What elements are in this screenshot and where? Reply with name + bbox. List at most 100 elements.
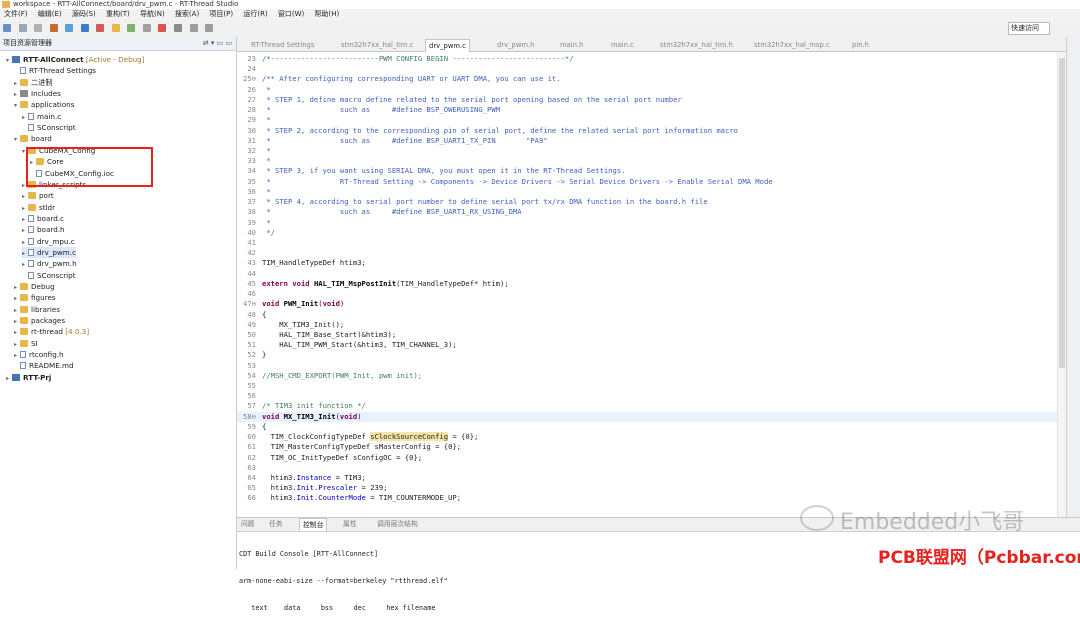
open-folder-icon[interactable] bbox=[111, 24, 120, 32]
console-tab[interactable]: 任务 bbox=[269, 518, 283, 531]
menu-help[interactable]: 帮助(H) bbox=[315, 10, 340, 18]
menu-navigate[interactable]: 导航(N) bbox=[140, 10, 165, 18]
view-menu-icon[interactable]: ⇄ ▾ ▭ ▭ bbox=[203, 37, 232, 50]
code-line[interactable]: 39 * bbox=[237, 218, 1057, 228]
console-tab[interactable]: 问题 bbox=[241, 518, 255, 531]
tree-item[interactable]: ▸ port bbox=[22, 190, 54, 201]
code-line[interactable]: 61 TIM_MasterConfigTypeDef sMasterConfig… bbox=[237, 442, 1057, 452]
code-line[interactable]: 28 * such as #define BSP_OWERUSING_PWM bbox=[237, 105, 1057, 115]
menu-search[interactable]: 搜索(A) bbox=[175, 10, 199, 18]
menu-edit[interactable]: 编辑(E) bbox=[38, 10, 62, 18]
editor-scrollbar[interactable] bbox=[1057, 52, 1066, 517]
editor-tab[interactable]: stm32h7xx_hal_tim.c bbox=[341, 39, 413, 51]
code-line[interactable]: 30 * STEP 2, according to the correspond… bbox=[237, 126, 1057, 136]
code-line[interactable]: 62 TIM_OC_InitTypeDef sConfigOC = {0}; bbox=[237, 453, 1057, 463]
console-tab[interactable]: 控制台 bbox=[299, 518, 328, 531]
code-line[interactable]: 32 * bbox=[237, 146, 1057, 156]
code-line[interactable]: 47⊖ void PWM_Init(void) bbox=[237, 299, 1057, 309]
scrollbar-thumb[interactable] bbox=[1059, 58, 1065, 368]
code-line[interactable]: 66 htim3.Init.CounterMode = TIM_COUNTERM… bbox=[237, 493, 1057, 503]
code-line[interactable]: 24 bbox=[237, 64, 1057, 74]
tree-item[interactable]: ▸ drv_mpu.c bbox=[22, 236, 75, 247]
code-line[interactable]: 36 * bbox=[237, 187, 1057, 197]
tree-item[interactable]: RT-Thread Settings bbox=[14, 65, 96, 76]
editor-tab[interactable]: stm32h7xx_hal_msp.c bbox=[754, 39, 830, 51]
code-line[interactable]: 43 TIM_HandleTypeDef htim3; bbox=[237, 258, 1057, 268]
tree-item[interactable]: ▸ figures bbox=[14, 292, 56, 303]
code-line[interactable]: 31 * such as #define BSP_UART1_TX_PIN "P… bbox=[237, 136, 1057, 146]
debug-icon[interactable] bbox=[80, 24, 89, 32]
menu-run[interactable]: 运行(R) bbox=[243, 10, 267, 18]
code-line[interactable]: 38 * such as #define BSP_UART1_RX_USING_… bbox=[237, 207, 1057, 217]
code-line[interactable]: 26 * bbox=[237, 85, 1057, 95]
tree-item[interactable]: ▸ board.c bbox=[22, 213, 64, 224]
code-line[interactable]: 50 HAL_TIM_Base_Start(&htim3); bbox=[237, 330, 1057, 340]
menu-refactor[interactable]: 重构(T) bbox=[106, 10, 130, 18]
settings-icon[interactable] bbox=[142, 24, 151, 32]
tree-item[interactable]: ▸ rt-thread [4.0.3] bbox=[14, 326, 89, 337]
console-tab[interactable]: 属性 bbox=[343, 518, 357, 531]
search-icon[interactable] bbox=[174, 24, 183, 32]
code-line[interactable]: 25⊖/** After configuring corresponding U… bbox=[237, 74, 1057, 84]
forward-icon[interactable] bbox=[205, 24, 214, 32]
code-line[interactable]: 51 HAL_TIM_PWM_Start(&htim3, TIM_CHANNEL… bbox=[237, 340, 1057, 350]
new-icon[interactable] bbox=[3, 24, 11, 32]
editor-tab[interactable]: pin.h bbox=[852, 39, 869, 51]
editor-tab[interactable]: main.c bbox=[611, 39, 634, 51]
editor-tab[interactable]: drv_pwm.h bbox=[497, 39, 535, 51]
code-line[interactable]: 60 TIM_ClockConfigTypeDef sClockSourceCo… bbox=[237, 432, 1057, 442]
stop-icon[interactable] bbox=[96, 24, 105, 32]
tree-item[interactable]: ▸ drv_pwm.c bbox=[22, 246, 77, 258]
code-line[interactable]: 59{ bbox=[237, 422, 1057, 432]
code-line[interactable]: 34 * STEP 3, if you want using SERIAL DM… bbox=[237, 166, 1057, 176]
code-line[interactable]: 65 htim3.Init.Prescaler = 239; bbox=[237, 483, 1057, 493]
code-line[interactable]: 40 */ bbox=[237, 228, 1057, 238]
console-tab[interactable]: 调用层次结构 bbox=[377, 518, 418, 531]
quick-access-field[interactable]: 快速访问 bbox=[1008, 22, 1050, 35]
download-icon[interactable] bbox=[65, 24, 74, 32]
tree-item[interactable]: ▾ RTT-AllConnect [Active - Debug] bbox=[6, 54, 145, 65]
tree-item[interactable]: SConscript bbox=[22, 270, 76, 281]
build-icon[interactable] bbox=[49, 24, 58, 32]
code-line[interactable]: 42 bbox=[237, 248, 1057, 258]
back-icon[interactable] bbox=[189, 24, 198, 32]
code-line[interactable]: 57/* TIM3 init function */ bbox=[237, 401, 1057, 411]
menu-file[interactable]: 文件(F) bbox=[4, 10, 28, 18]
record-icon[interactable] bbox=[158, 24, 167, 32]
editor-tab[interactable]: main.h bbox=[560, 39, 583, 51]
code-line[interactable]: 58⊖ void MX_TIM3_Init(void) bbox=[237, 411, 1057, 422]
menu-project[interactable]: 项目(P) bbox=[209, 10, 233, 18]
code-line[interactable]: 23/*-------------------------PWM CONFIG … bbox=[237, 54, 1057, 64]
tree-item[interactable]: ▾ applications bbox=[14, 99, 74, 110]
code-line[interactable]: 27 * STEP 1, define macro define related… bbox=[237, 95, 1057, 105]
run-icon[interactable] bbox=[127, 24, 136, 32]
code-area[interactable]: 23/*-------------------------PWM CONFIG … bbox=[237, 52, 1080, 517]
tree-item[interactable]: ▸ 二进制 bbox=[14, 77, 53, 88]
code-line[interactable]: 33 * bbox=[237, 156, 1057, 166]
save-icon[interactable] bbox=[18, 24, 27, 32]
tree-item[interactable]: ▾ board bbox=[14, 133, 52, 144]
tree-item[interactable]: ▸ Includes bbox=[14, 88, 61, 99]
tree-item[interactable]: ▸ RTT-Prj bbox=[6, 372, 51, 383]
editor-tab[interactable]: RT-Thread Settings bbox=[251, 39, 314, 51]
code-line[interactable]: 41 bbox=[237, 238, 1057, 248]
menu-window[interactable]: 窗口(W) bbox=[278, 10, 304, 18]
code-line[interactable]: 55 bbox=[237, 381, 1057, 391]
code-line[interactable]: 63 bbox=[237, 463, 1057, 473]
tree-item[interactable]: SConscript bbox=[22, 122, 76, 133]
code-line[interactable]: 64 htim3.Instance = TIM3; bbox=[237, 473, 1057, 483]
tree-item[interactable]: ▸ libraries bbox=[14, 304, 60, 315]
tree-item[interactable]: ▸ Debug bbox=[14, 281, 55, 292]
code-line[interactable]: 35 * RT-Thread Setting -> Components -> … bbox=[237, 177, 1057, 187]
code-line[interactable]: 37 * STEP 4, according to serial port nu… bbox=[237, 197, 1057, 207]
code-line[interactable]: 44 bbox=[237, 269, 1057, 279]
menu-source[interactable]: 源码(S) bbox=[72, 10, 96, 18]
tree-item[interactable]: ▸ rtconfig.h bbox=[14, 349, 64, 360]
tree-item[interactable]: ▸ drv_pwm.h bbox=[22, 258, 77, 269]
code-line[interactable]: 52} bbox=[237, 350, 1057, 360]
code-line[interactable]: 46 bbox=[237, 289, 1057, 299]
tree-item[interactable]: ▸ SI bbox=[14, 338, 38, 349]
tree-item[interactable]: ▸ stldr bbox=[22, 202, 55, 213]
code-line[interactable]: 54//MSH_CMD_EXPORT(PWM_Init, pwm init); bbox=[237, 371, 1057, 381]
code-line[interactable]: 53 bbox=[237, 361, 1057, 371]
